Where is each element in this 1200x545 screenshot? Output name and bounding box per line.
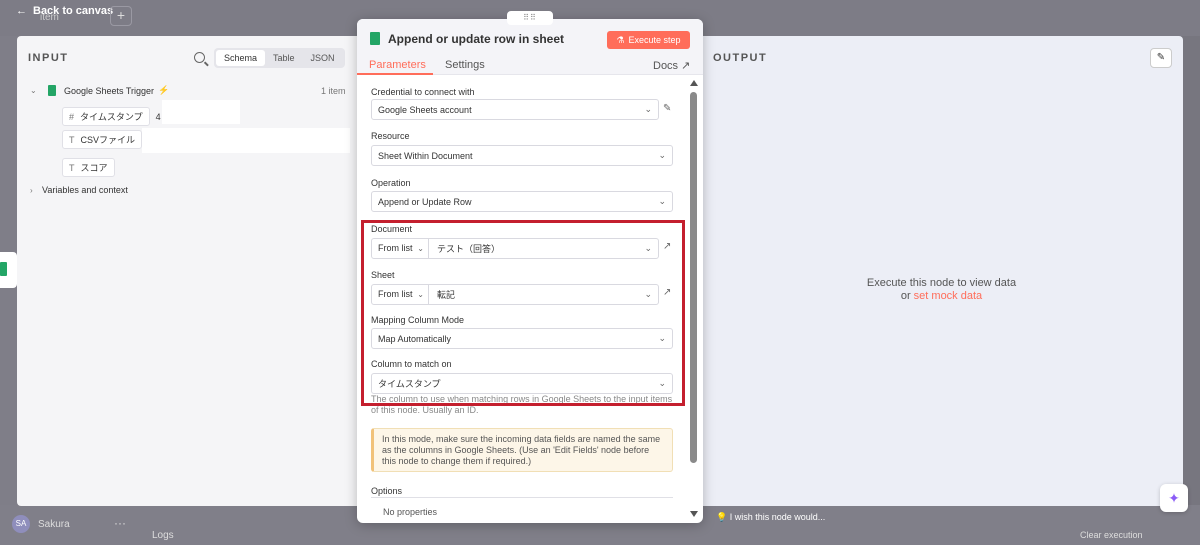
bolt-icon: ⚡ (158, 85, 170, 95)
field-value: 4 (155, 111, 161, 122)
scroll-up-icon[interactable] (690, 80, 698, 86)
empty-output-message: Execute this node to view data or set mo… (700, 277, 1183, 303)
view-table[interactable]: Table (265, 50, 303, 66)
arrow-left-icon: ← (16, 5, 27, 17)
number-type-icon: # (69, 111, 75, 122)
view-toggle: Schema Table JSON (214, 48, 345, 68)
chevron-down-icon: ⌄ (658, 150, 666, 160)
or-text: or (900, 290, 911, 302)
docs-link[interactable]: Docs ↗ (653, 59, 690, 72)
back-to-canvas-button[interactable]: ← Back to canvas (16, 5, 113, 17)
view-json[interactable]: JSON (303, 50, 343, 66)
trigger-tree-node[interactable]: ⌄ Google Sheets Trigger ⚡ (30, 85, 169, 96)
credential-value: Google Sheets account (378, 104, 472, 115)
resource-select[interactable]: Sheet Within Document ⌄ (371, 145, 673, 166)
modal-header: Append or update row in sheet ⚗ Execute … (357, 19, 703, 75)
google-sheets-icon (0, 262, 7, 276)
mapping-notice: In this mode, make sure the incoming dat… (371, 428, 673, 472)
modal-title: Append or update row in sheet (388, 32, 565, 46)
operation-value: Append or Update Row (378, 196, 472, 207)
redacted-area (162, 100, 240, 124)
redacted-area (142, 128, 350, 153)
chevron-down-icon: ⌄ (658, 196, 666, 206)
pencil-icon: ✎ (1156, 52, 1166, 63)
highlight-annotation (361, 220, 685, 406)
no-properties-text: No properties (383, 507, 438, 517)
options-label: Options (371, 486, 403, 496)
clear-execution-button[interactable]: Clear execution (1080, 530, 1143, 540)
operation-label: Operation (371, 178, 411, 188)
operation-select[interactable]: Append or Update Row ⌄ (371, 191, 673, 212)
scrollbar-thumb[interactable] (690, 92, 697, 463)
field-row[interactable]: T CSVファイル (62, 130, 143, 149)
ai-assistant-button[interactable]: ✦ (1160, 484, 1188, 512)
sparkle-icon: ✦ (1168, 490, 1180, 506)
field-name: CSVファイル (80, 135, 136, 145)
field-row[interactable]: # タイムスタンプ 4 (62, 107, 161, 126)
view-schema[interactable]: Schema (216, 50, 266, 66)
user-name: Sakura (38, 519, 70, 530)
item-count: 1 item (321, 86, 346, 96)
field-pill[interactable]: T スコア (62, 158, 115, 177)
output-panel: OUTPUT ✎ Execute this node to view data … (700, 36, 1183, 506)
feedback-label: I wish this node would... (729, 512, 826, 522)
text-type-icon: T (69, 162, 75, 173)
chevron-right-icon: › (30, 185, 33, 195)
tab-parameters[interactable]: Parameters (369, 59, 426, 71)
flask-icon: ⚗ (616, 34, 625, 45)
field-name: スコア (80, 163, 108, 173)
edit-output-button[interactable]: ✎ (1150, 48, 1172, 68)
google-sheets-icon (48, 85, 56, 96)
output-heading: OUTPUT (713, 52, 768, 64)
google-sheets-icon (370, 32, 380, 45)
pencil-icon[interactable]: ✎ (663, 103, 671, 114)
field-row[interactable]: T スコア (62, 158, 115, 177)
input-panel: INPUT Schema Table JSON ⌄ Google Sheets … (17, 36, 362, 506)
avatar[interactable]: SA (12, 515, 30, 533)
credential-select[interactable]: Google Sheets account ⌄ (371, 99, 659, 120)
input-heading: INPUT (28, 52, 69, 64)
execute-step-label: Execute step (628, 35, 681, 45)
scroll-down-icon[interactable] (690, 511, 698, 517)
chevron-down-icon: ⌄ (644, 104, 652, 114)
search-icon[interactable] (194, 52, 205, 63)
external-link-icon: ↗ (681, 60, 691, 72)
execute-step-button[interactable]: ⚗ Execute step (607, 31, 690, 49)
set-mock-data-link[interactable]: set mock data (914, 290, 982, 302)
field-pill[interactable]: T CSVファイル (62, 130, 143, 149)
resource-label: Resource (371, 131, 410, 141)
node-tab[interactable] (0, 252, 17, 288)
field-pill[interactable]: # タイムスタンプ (62, 107, 150, 126)
credential-label: Credential to connect with (371, 87, 475, 97)
divider (371, 497, 673, 498)
lightbulb-icon: 💡 (716, 512, 728, 522)
drag-handle[interactable]: ⠿⠿ (507, 11, 553, 25)
field-name: タイムスタンプ (80, 112, 143, 122)
add-node-button[interactable]: + (110, 6, 132, 26)
tab-settings[interactable]: Settings (445, 59, 485, 71)
text-type-icon: T (69, 134, 75, 145)
back-to-canvas-label: Back to canvas (33, 5, 114, 17)
execute-message: Execute this node to view data (866, 277, 1017, 289)
logs-label[interactable]: Logs (152, 530, 174, 541)
chevron-down-icon: ⌄ (30, 86, 37, 95)
variables-tree-node[interactable]: › Variables and context (30, 185, 128, 195)
user-menu-button[interactable]: ··· (114, 516, 126, 530)
active-tab-indicator (357, 73, 433, 75)
variables-label: Variables and context (42, 185, 128, 195)
trigger-name: Google Sheets Trigger (64, 85, 155, 96)
feedback-link[interactable]: 💡 I wish this node would... (716, 512, 825, 523)
resource-value: Sheet Within Document (378, 150, 473, 161)
